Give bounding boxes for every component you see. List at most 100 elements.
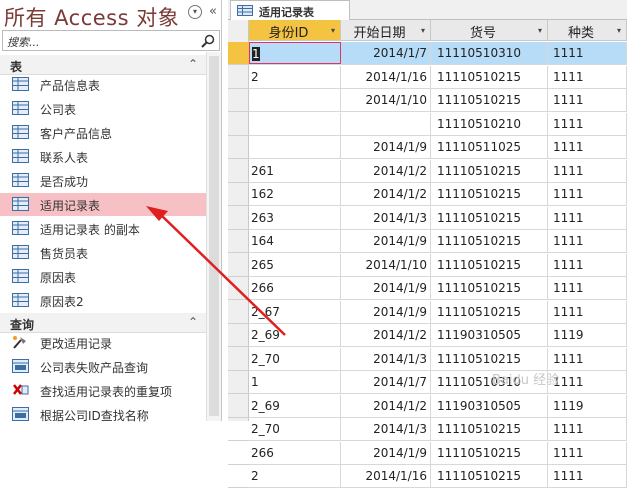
cell-kind[interactable]: 1111 bbox=[548, 206, 627, 229]
cell-item-no[interactable]: 11110510215 bbox=[431, 89, 548, 111]
cell-id[interactable]: 1 bbox=[249, 371, 341, 393]
cell-start-date[interactable]: 2014/1/3 bbox=[341, 206, 431, 229]
cell-item-no[interactable]: 11190310505 bbox=[431, 394, 548, 417]
record-selector[interactable] bbox=[228, 418, 249, 441]
cell-start-date[interactable]: 2014/1/7 bbox=[341, 42, 431, 64]
nav-table-item[interactable]: 产品信息表 bbox=[0, 73, 206, 96]
cell-start-date[interactable]: 2014/1/10 bbox=[341, 253, 431, 276]
cell-start-date[interactable]: 2014/1/9 bbox=[341, 136, 431, 158]
cell-start-date[interactable]: 2014/1/3 bbox=[341, 418, 431, 440]
cell-item-no[interactable]: 11110510215 bbox=[431, 230, 548, 252]
cell-item-no[interactable]: 11110510215 bbox=[431, 159, 548, 182]
cell-kind[interactable]: 1111 bbox=[548, 465, 627, 487]
cell-start-date[interactable]: 2014/1/7 bbox=[341, 371, 431, 393]
record-selector[interactable] bbox=[228, 348, 249, 371]
cell-kind[interactable]: 1111 bbox=[548, 89, 627, 111]
cell-id[interactable]: 263 bbox=[249, 206, 341, 229]
nav-table-item[interactable]: 原因表2 bbox=[0, 289, 206, 312]
table-row[interactable]: 11110510210 1111 bbox=[249, 112, 627, 136]
table-row[interactable]: 2_70 2014/1/3 11110510215 1111 bbox=[249, 347, 627, 371]
record-selector[interactable] bbox=[228, 465, 249, 488]
cell-kind[interactable]: 1111 bbox=[548, 183, 627, 205]
cell-item-no[interactable]: 11110510215 bbox=[431, 300, 548, 323]
record-selector[interactable] bbox=[228, 254, 249, 277]
cell-id[interactable]: 2_69 bbox=[249, 394, 341, 417]
cell-item-no[interactable]: 11110510215 bbox=[431, 418, 548, 440]
cell-kind[interactable]: 1111 bbox=[548, 347, 627, 370]
column-header-id[interactable]: 身份ID ▾ bbox=[249, 20, 341, 41]
record-selector[interactable] bbox=[228, 113, 249, 136]
cell-start-date[interactable]: 2014/1/9 bbox=[341, 230, 431, 252]
table-row[interactable]: 1 2014/1/7 11110510310 1111 bbox=[249, 371, 627, 394]
column-header-kind[interactable]: 种类 ▾ bbox=[548, 20, 627, 41]
sort-dropdown-icon[interactable]: ▾ bbox=[617, 26, 621, 35]
record-selector[interactable] bbox=[228, 160, 249, 183]
nav-query-item[interactable]: 更改适用记录 bbox=[0, 331, 206, 354]
nav-query-item[interactable]: 公司表失败产品查询 bbox=[0, 355, 206, 378]
record-selector-column[interactable] bbox=[228, 20, 249, 488]
cell-id[interactable]: 164 bbox=[249, 230, 341, 252]
cell-start-date[interactable]: 2014/1/2 bbox=[341, 159, 431, 182]
cell-item-no[interactable]: 11110510215 bbox=[431, 65, 548, 88]
table-row[interactable]: 1 2014/1/7 11110510310 1111 bbox=[249, 42, 627, 65]
cell-item-no[interactable]: 11110510215 bbox=[431, 347, 548, 370]
cell-start-date[interactable]: 2014/1/3 bbox=[341, 347, 431, 370]
table-row[interactable]: 265 2014/1/10 11110510215 1111 bbox=[249, 253, 627, 277]
cell-kind[interactable]: 1111 bbox=[548, 159, 627, 182]
cell-id[interactable]: 2_70 bbox=[249, 347, 341, 370]
record-selector[interactable] bbox=[228, 207, 249, 230]
nav-table-item[interactable]: 售货员表 bbox=[0, 241, 206, 264]
record-selector[interactable] bbox=[228, 183, 249, 206]
cell-id[interactable]: 266 bbox=[249, 277, 341, 299]
cell-start-date[interactable]: 2014/1/9 bbox=[341, 441, 431, 464]
record-selector[interactable] bbox=[228, 301, 249, 324]
tab-usage-records[interactable]: 适用记录表 bbox=[230, 0, 350, 20]
table-row[interactable]: 266 2014/1/9 11110510215 1111 bbox=[249, 441, 627, 465]
group-header-tables[interactable]: 表 ⌃ bbox=[0, 55, 206, 75]
cell-id[interactable]: 265 bbox=[249, 253, 341, 276]
table-row[interactable]: 2 2014/1/16 11110510215 1111 bbox=[249, 65, 627, 89]
cell-start-date[interactable] bbox=[341, 112, 431, 135]
nav-scrollbar-thumb[interactable] bbox=[209, 56, 219, 416]
record-selector[interactable] bbox=[228, 66, 249, 89]
cell-id[interactable]: 2 bbox=[249, 65, 341, 88]
table-row[interactable]: 162 2014/1/2 11110510215 1111 bbox=[249, 183, 627, 206]
cell-start-date[interactable]: 2014/1/2 bbox=[341, 324, 431, 346]
sort-dropdown-icon[interactable]: ▾ bbox=[331, 26, 335, 35]
cell-id[interactable] bbox=[249, 112, 341, 135]
cell-id[interactable]: 266 bbox=[249, 441, 341, 464]
cell-start-date[interactable]: 2014/1/16 bbox=[341, 465, 431, 487]
nav-query-item[interactable]: 根据公司ID查找名称 bbox=[0, 403, 206, 426]
cell-kind[interactable]: 1111 bbox=[548, 277, 627, 299]
cell-kind[interactable]: 1119 bbox=[548, 324, 627, 346]
record-selector[interactable] bbox=[228, 371, 249, 394]
cell-kind[interactable]: 1111 bbox=[548, 441, 627, 464]
cell-item-no[interactable]: 11190310505 bbox=[431, 324, 548, 346]
cell-id[interactable] bbox=[249, 89, 341, 111]
record-selector[interactable] bbox=[228, 89, 249, 112]
cell-kind[interactable]: 1111 bbox=[548, 112, 627, 135]
cell-id[interactable]: 2_69 bbox=[249, 324, 341, 346]
cell-item-no[interactable]: 11110510215 bbox=[431, 206, 548, 229]
nav-table-item[interactable]: 公司表 bbox=[0, 97, 206, 120]
nav-table-item[interactable]: 适用记录表 bbox=[0, 193, 206, 216]
table-row[interactable]: 2_69 2014/1/2 11190310505 1119 bbox=[249, 324, 627, 347]
cell-kind[interactable]: 1111 bbox=[548, 300, 627, 323]
nav-table-item[interactable]: 适用记录表 的副本 bbox=[0, 217, 206, 240]
chevron-up-icon[interactable]: ⌃ bbox=[188, 315, 198, 329]
table-row[interactable]: 2014/1/10 11110510215 1111 bbox=[249, 89, 627, 112]
nav-table-item[interactable]: 客户产品信息 bbox=[0, 121, 206, 144]
nav-table-item[interactable]: 是否成功 bbox=[0, 169, 206, 192]
table-row[interactable]: 263 2014/1/3 11110510215 1111 bbox=[249, 206, 627, 230]
record-selector[interactable] bbox=[228, 136, 249, 159]
cell-start-date[interactable]: 2014/1/2 bbox=[341, 394, 431, 417]
cell-id[interactable]: 261 bbox=[249, 159, 341, 182]
cell-item-no[interactable]: 11110510215 bbox=[431, 277, 548, 299]
table-row[interactable]: 2_67 2014/1/9 11110510215 1111 bbox=[249, 300, 627, 324]
nav-query-item[interactable]: 查找适用记录表的重复项 bbox=[0, 379, 206, 402]
table-row[interactable]: 2 2014/1/16 11110510215 1111 bbox=[249, 465, 627, 488]
chevron-up-icon[interactable]: ⌃ bbox=[188, 57, 198, 71]
cell-id[interactable]: 162 bbox=[249, 183, 341, 205]
cell-item-no[interactable]: 11110510215 bbox=[431, 183, 548, 205]
collapse-pane-icon[interactable]: « bbox=[206, 5, 220, 19]
